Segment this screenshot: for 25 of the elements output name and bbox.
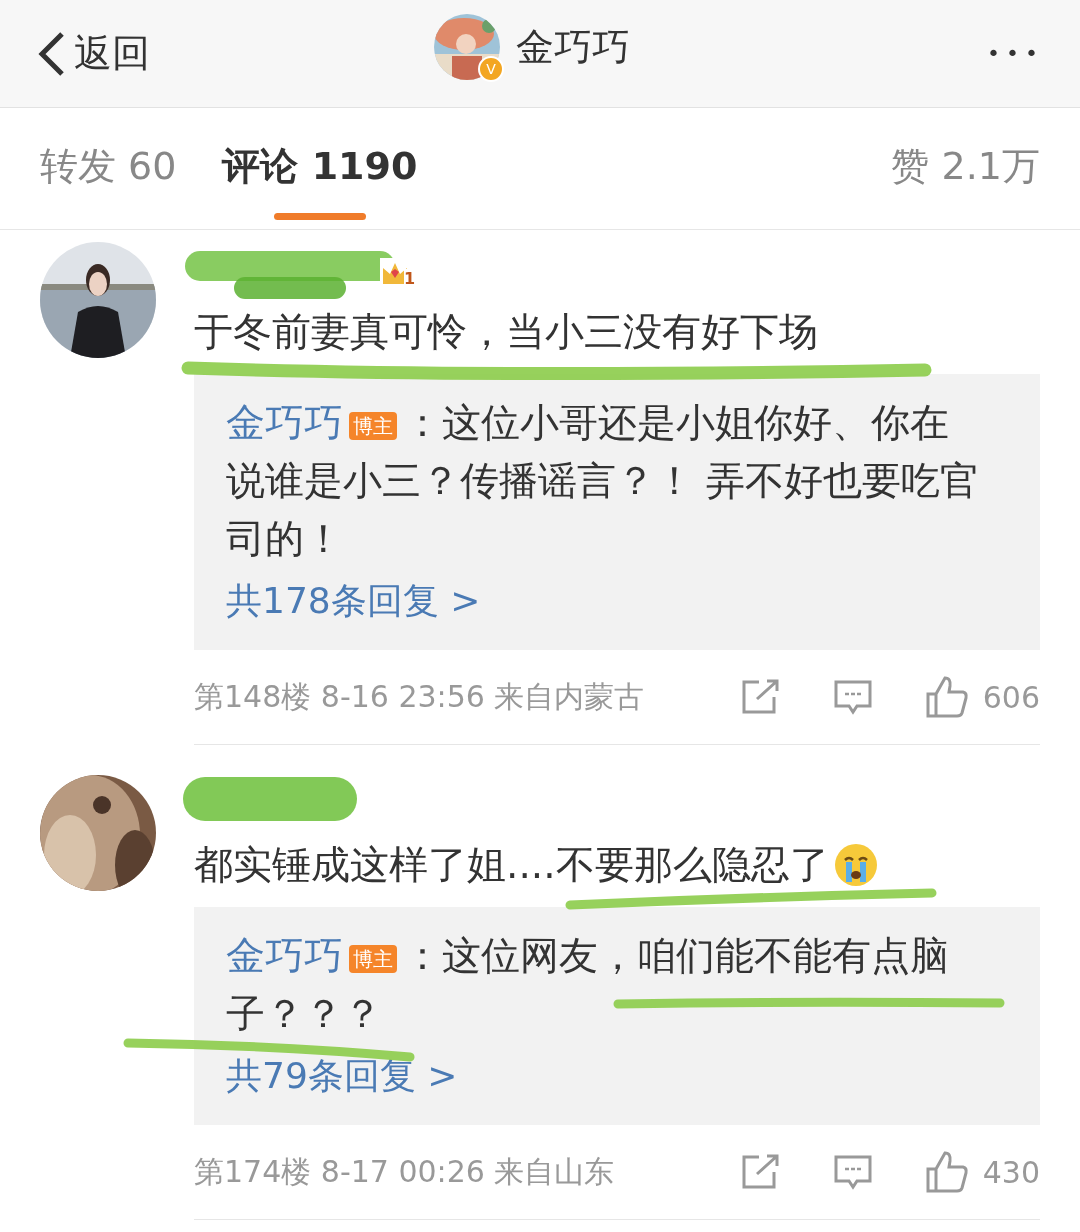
back-label: 返回 [74,30,150,77]
like-count: 430 [982,1154,1040,1190]
comment-text: 都实锤成这样了姐....不要那么隐忍了 [194,841,829,889]
thumbs-up-icon[interactable] [924,1150,969,1194]
likes-tab[interactable]: 赞 2.1万 [891,108,1040,230]
comment-icon[interactable] [832,1154,873,1190]
comment-meta: 第174楼 8-17 00:26 来自山东 [194,1152,615,1191]
more-button[interactable]: ••• [987,41,1044,66]
reply-text: 金巧巧 博主 ：这位小哥还是小姐你好、你在说谁是小三？传播谣言？！ 弄不好也要吃官司的！ [226,399,981,563]
back-icon [36,30,66,77]
comment-meta: 第148楼 8-16 23:56 来自内蒙古 [194,677,645,716]
back-button[interactable]: 返回 [36,28,150,79]
share-icon[interactable] [740,679,781,715]
share-icon[interactable] [740,1154,781,1190]
view-replies-link[interactable]: 共79条回复 > [226,1045,458,1107]
tab[interactable]: 评论 1190 [222,108,418,230]
like-count: 606 [982,679,1040,715]
comment-text: 于冬前妻真可怜，当小三没有好下场 [194,308,818,356]
reply-text: 金巧巧 博主 ：这位网友，咱们能不能有点脑子？？？ [226,932,950,1038]
view-replies-link[interactable]: 共178条回复 > [226,570,481,632]
verified-badge: V [478,56,504,82]
thumbs-up-icon[interactable] [924,675,969,719]
tab[interactable]: 转发 60 [40,108,177,230]
comment-icon[interactable] [832,679,873,715]
page-title: 金巧巧 [516,23,630,71]
